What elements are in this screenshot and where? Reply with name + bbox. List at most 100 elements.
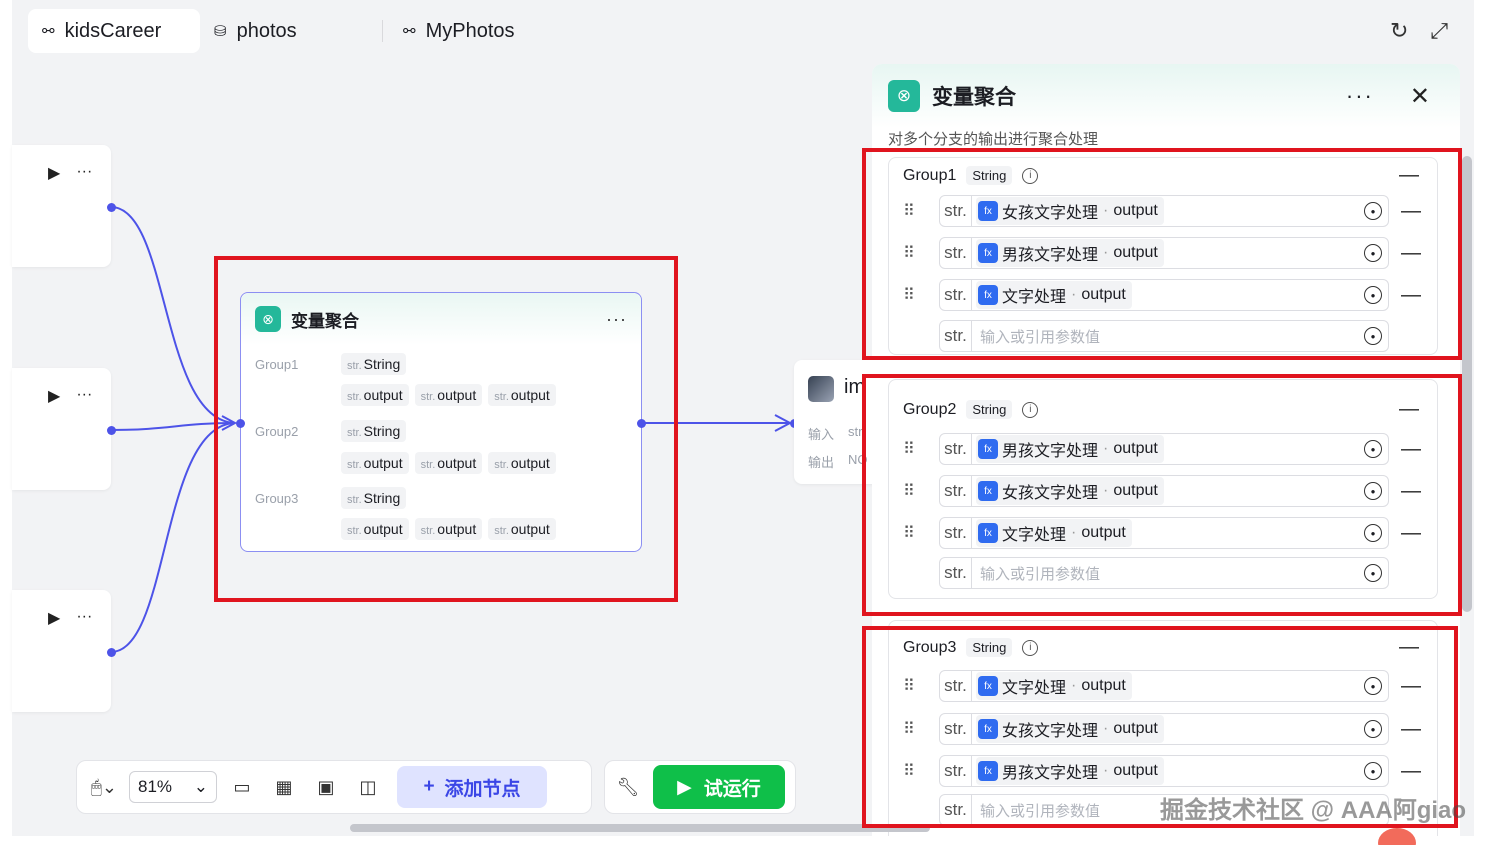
remove-variable-button[interactable]: — xyxy=(1401,522,1421,545)
remove-variable-button[interactable]: — xyxy=(1401,718,1421,741)
refresh-icon[interactable]: ↻ xyxy=(1390,18,1408,44)
comment-icon[interactable]: ▭ xyxy=(225,770,259,804)
tab-kidscareer[interactable]: ⚯ kidsCareer xyxy=(28,9,200,53)
expand-icon[interactable]: ⤢ xyxy=(1430,18,1448,44)
remove-variable-button[interactable]: — xyxy=(1401,200,1421,223)
remove-variable-button[interactable]: — xyxy=(1401,760,1421,783)
output-port[interactable] xyxy=(637,419,646,428)
reference-icon[interactable]: ● xyxy=(1364,762,1382,780)
variable-row: ⠿ str. fx 文字处理 · output ● — xyxy=(903,516,1433,550)
more-icon[interactable]: ··· xyxy=(1346,83,1374,109)
close-icon[interactable]: ✕ xyxy=(1410,82,1430,111)
group-row: Group3 str. String xyxy=(255,487,412,509)
reference-icon[interactable]: ● xyxy=(1364,202,1382,220)
drag-handle-icon[interactable]: ⠿ xyxy=(903,719,925,739)
upstream-node-3[interactable]: ▶ ··· xyxy=(12,590,111,712)
reference-icon[interactable]: ● xyxy=(1364,327,1382,345)
zoom-select[interactable]: 81% ⌄ xyxy=(129,771,217,803)
tab-myphotos[interactable]: ⚯ MyPhotos xyxy=(389,9,529,53)
node-icon: fx xyxy=(978,201,998,221)
tab-photos[interactable]: ⛁ photos xyxy=(200,9,376,53)
variable-ref-input[interactable]: str. fx 女孩文字处理 · output ● xyxy=(939,713,1389,745)
info-icon[interactable]: i xyxy=(1022,639,1039,656)
more-icon[interactable]: ··· xyxy=(76,386,92,406)
aggregate-icon: ⊗ xyxy=(888,80,920,112)
chevron-down-icon: ⌄ xyxy=(193,777,208,796)
output-port[interactable] xyxy=(107,648,116,657)
collapse-group-button[interactable]: — xyxy=(1399,636,1419,659)
horizontal-scrollbar[interactable] xyxy=(350,824,930,832)
info-icon[interactable]: i xyxy=(1022,167,1039,184)
group-type[interactable]: String xyxy=(966,400,1013,419)
output-chip: str. output xyxy=(341,518,409,540)
variable-aggregator-node[interactable]: ⊗ 变量聚合 ··· Group1 str. String str. output … xyxy=(240,292,642,552)
config-panel: ⊗ 变量聚合 ··· ✕ 对多个分支的输出进行聚合处理 Group1 String… xyxy=(872,64,1460,836)
add-node-button[interactable]: + 添加节点 xyxy=(397,766,547,808)
input-port[interactable] xyxy=(236,419,245,428)
reference-icon[interactable]: ● xyxy=(1364,677,1382,695)
reference-icon[interactable]: ● xyxy=(1364,524,1382,542)
drag-handle-icon[interactable]: ⠿ xyxy=(903,481,925,501)
minimap-icon[interactable]: ◫ xyxy=(351,770,385,804)
variable-ref-input[interactable]: str. fx 女孩文字处理 · output ● xyxy=(939,195,1389,227)
variable-ref-input[interactable]: str. fx 男孩文字处理 · output ● xyxy=(939,755,1389,787)
reference-icon[interactable]: ● xyxy=(1364,720,1382,738)
layout-icon[interactable]: ▦ xyxy=(267,770,301,804)
vertical-scrollbar[interactable] xyxy=(1462,156,1472,612)
variable-row: ⠿ str. fx 女孩文字处理 · output ● — xyxy=(903,194,1433,228)
drag-handle-icon[interactable]: ⠿ xyxy=(903,676,925,696)
group-type[interactable]: String xyxy=(966,166,1013,185)
test-run-button[interactable]: ▶ 试运行 xyxy=(653,765,785,809)
upstream-node-1[interactable]: ▶ ··· xyxy=(12,145,111,267)
variable-ref-input[interactable]: str. fx 男孩文字处理 · output ● xyxy=(939,237,1389,269)
remove-variable-button[interactable]: — xyxy=(1401,284,1421,307)
type-chip: str. String xyxy=(341,487,407,509)
info-icon[interactable]: i xyxy=(1022,401,1039,418)
drag-handle-icon[interactable]: ⠿ xyxy=(903,285,925,305)
variable-ref-input[interactable]: str. fx 文字处理 · output ● xyxy=(939,670,1389,702)
variable-ref-input[interactable]: str. fx 女孩文字处理 · output ● xyxy=(939,475,1389,507)
reference-icon[interactable]: ● xyxy=(1364,440,1382,458)
new-variable-input[interactable]: str. 输入或引用参数值 ● xyxy=(939,320,1389,352)
drag-handle-icon[interactable]: ⠿ xyxy=(903,523,925,543)
group-type[interactable]: String xyxy=(966,638,1013,657)
drag-handle-icon[interactable]: ⠿ xyxy=(903,201,925,221)
remove-variable-button[interactable]: — xyxy=(1401,480,1421,503)
output-port[interactable] xyxy=(107,426,116,435)
output-label: 输出 xyxy=(808,455,835,470)
more-icon[interactable]: ··· xyxy=(76,163,92,183)
more-icon[interactable]: ··· xyxy=(76,608,92,628)
drag-handle-icon[interactable]: ⠿ xyxy=(903,439,925,459)
variable-ref-input[interactable]: str. fx 文字处理 · output ● xyxy=(939,279,1389,311)
play-icon[interactable]: ▶ xyxy=(48,163,60,183)
variable-ref-input[interactable]: str. fx 男孩文字处理 · output ● xyxy=(939,433,1389,465)
tab-label: kidsCareer xyxy=(64,19,162,42)
input-type: str xyxy=(848,424,863,439)
upstream-node-2[interactable]: ▶ ··· xyxy=(12,368,111,490)
play-icon[interactable]: ▶ xyxy=(48,386,60,406)
reference-icon[interactable]: ● xyxy=(1364,564,1382,582)
new-variable-input[interactable]: str. 输入或引用参数值 ● xyxy=(939,557,1389,589)
mouse-mode-icon[interactable]: 🖱︎⌄ xyxy=(87,770,121,804)
remove-variable-button[interactable]: — xyxy=(1401,675,1421,698)
more-icon[interactable]: ··· xyxy=(606,309,627,330)
output-port[interactable] xyxy=(107,203,116,212)
variable-ref-input[interactable]: str. fx 文字处理 · output ● xyxy=(939,517,1389,549)
variable-row: ⠿ str. fx 女孩文字处理 · output ● — xyxy=(903,474,1433,508)
image-icon[interactable]: ▣ xyxy=(309,770,343,804)
output-chip: str. output xyxy=(488,452,556,474)
tab-label: photos xyxy=(236,19,297,42)
reference-icon[interactable]: ● xyxy=(1364,244,1382,262)
reference-icon[interactable]: ● xyxy=(1364,286,1382,304)
play-icon[interactable]: ▶ xyxy=(48,608,60,628)
collapse-group-button[interactable]: — xyxy=(1399,164,1419,187)
remove-variable-button[interactable]: — xyxy=(1401,438,1421,461)
watermark: 掘金技术社区 @ AAA阿giao xyxy=(1160,797,1467,824)
wrench-icon[interactable]: 🔧︎ xyxy=(611,770,645,804)
collapse-group-button[interactable]: — xyxy=(1399,398,1419,421)
reference-icon[interactable]: ● xyxy=(1364,482,1382,500)
remove-variable-button[interactable]: — xyxy=(1401,242,1421,265)
image-node[interactable]: im 输入 str 输出 NO xyxy=(794,360,884,484)
drag-handle-icon[interactable]: ⠿ xyxy=(903,243,925,263)
drag-handle-icon[interactable]: ⠿ xyxy=(903,761,925,781)
